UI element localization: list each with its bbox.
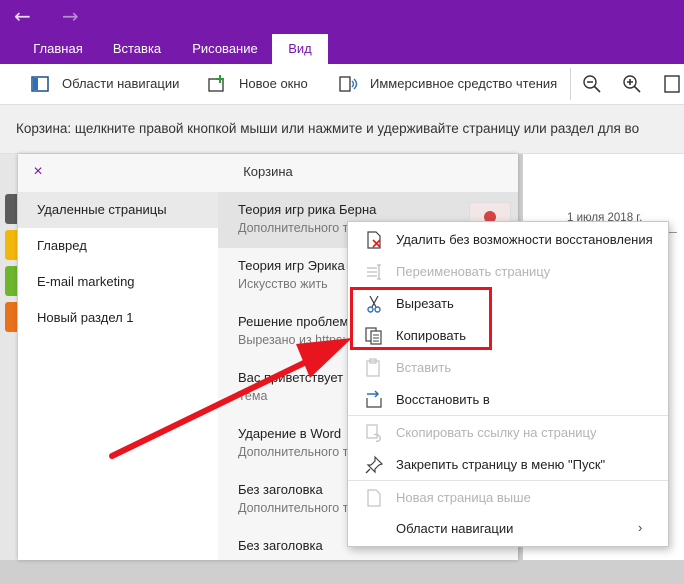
page-item-title: Без заголовка [238,538,323,553]
tab-draw[interactable]: Рисование [180,34,270,64]
recycle-bin-infobar: Корзина: щелкните правой кнопкой мыши ил… [0,105,684,154]
new-window-label: Новое окно [239,76,308,91]
pin-icon [365,455,384,474]
menu-item-label: Области навигации [396,521,514,536]
new-window-icon [208,75,224,92]
section-item-email-marketing[interactable]: E-mail marketing [18,264,218,300]
restore-icon [366,390,382,408]
page-item-subtitle: Искусство жить [238,277,328,291]
new-window-button[interactable]: Новое окно [207,72,327,96]
menu-separator [348,415,668,416]
annotation-highlight-box [350,287,492,350]
menu-item-delete-permanently[interactable]: Удалить без возможности восстановления [348,224,668,256]
page-width-icon[interactable] [662,74,682,94]
page-item-title: Теория игр Эрика [238,258,345,273]
section-tab-yellow[interactable] [5,230,17,260]
tab-insert[interactable]: Вставка [102,34,172,64]
infobar-text: Корзина: щелкните правой кнопкой мыши ил… [16,121,640,136]
menu-item-paste[interactable]: Вставить [348,352,668,384]
section-tab-green[interactable] [5,266,17,296]
recycle-bin-header: × Корзина [18,154,518,192]
zoom-in-icon[interactable] [622,74,642,94]
zoom-out-icon[interactable] [582,74,602,94]
section-item-deleted-pages[interactable]: Удаленные страницы [18,192,218,228]
immersive-reader-label: Иммерсивное средство чтения [370,76,558,91]
menu-item-label: Удалить без возможности восстановления [396,232,653,247]
menu-item-label: Закрепить страницу в меню "Пуск" [396,457,606,472]
section-item-new-section-1[interactable]: Новый раздел 1 [18,300,218,336]
back-arrow-icon[interactable]: ← [14,4,34,28]
new-page-icon [367,489,381,507]
delete-page-icon [367,231,381,249]
page-item-title: Теория игр рика Берна [238,202,377,217]
page-item-title: Без заголовка [238,482,323,497]
nav-areas-button[interactable]: Области навигации [30,72,190,96]
recycle-bin-title: Корзина [243,164,293,179]
paste-icon [366,358,380,377]
tab-view[interactable]: Вид [272,34,328,64]
section-tab-orange[interactable] [5,302,17,332]
page-item-title: Решение проблем [238,314,349,329]
ribbon-separator [570,68,571,100]
page-item-subtitle: Дополнительного т [238,501,349,515]
link-icon [366,424,381,442]
page-item-title: Вас приветствует с [238,370,354,385]
menu-item-rename-page[interactable]: Переименовать страницу [348,256,668,288]
immersive-reader-icon [339,76,358,92]
forward-arrow-icon[interactable]: → [62,4,82,28]
page-item-subtitle: Вырезано из https: [238,333,346,347]
context-menu: Удалить без возможности восстановления П… [347,221,669,547]
ribbon-toolbar: Области навигации Новое окно Иммерсивное… [0,64,684,105]
menu-item-navigation-panes[interactable]: Области навигации › [348,513,668,545]
tab-home[interactable]: Главная [22,34,94,64]
deleted-sections-list: Удаленные страницы Главред E-mail market… [18,192,218,560]
page-item-subtitle: Дополнительного т [238,445,349,459]
section-item-glavred[interactable]: Главред [18,228,218,264]
menu-item-pin-to-start[interactable]: Закрепить страницу в меню "Пуск" [348,449,668,481]
menu-item-restore-to[interactable]: Восстановить в [348,384,668,416]
page-item-subtitle: Дополнительного т [238,221,349,235]
menu-item-label: Переименовать страницу [396,264,551,279]
menu-item-label: Вставить [396,360,452,375]
menu-item-label: Скопировать ссылку на страницу [396,425,597,440]
section-color-strip [0,154,18,560]
menu-item-label: Восстановить в [396,392,490,407]
title-bar: ← → Главная Вставка Рисование Вид [0,0,684,64]
page-item-title: Ударение в Word [238,426,342,441]
menu-separator [348,480,668,481]
navigation-panes-icon [31,76,49,92]
chevron-right-icon: › [638,520,643,535]
menu-item-label: Новая страница выше [396,490,531,505]
menu-item-copy-link[interactable]: Скопировать ссылку на страницу [348,417,668,449]
page-item-subtitle: Тема [238,389,268,403]
section-tab-gray[interactable] [5,194,17,224]
menu-item-new-page-above[interactable]: Новая страница выше [348,482,668,514]
rename-icon [367,264,381,280]
nav-areas-label: Области навигации [62,76,180,91]
immersive-reader-button[interactable]: Иммерсивное средство чтения [338,72,560,96]
